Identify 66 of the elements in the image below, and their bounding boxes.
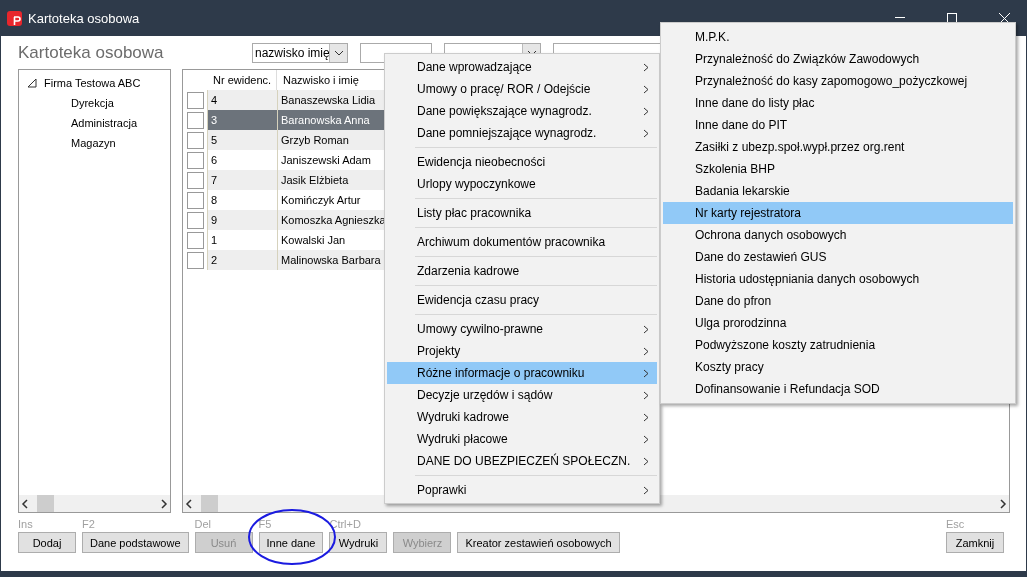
scrollbar-thumb[interactable] <box>201 495 218 512</box>
window-title: Kartoteka osobowa <box>28 10 141 26</box>
row-checkbox[interactable] <box>186 251 204 269</box>
menu-item[interactable]: Koszty pracy <box>663 356 1013 378</box>
scroll-right-icon[interactable] <box>160 498 168 509</box>
table-cell: 4 <box>207 90 277 110</box>
tree-item[interactable]: Magazyn <box>71 137 116 149</box>
menu-item[interactable]: Przynależność do Związków Zawodowych <box>663 48 1013 70</box>
menu-item[interactable]: DANE DO UBEZPIECZEŃ SPOŁECZN. <box>387 450 657 472</box>
scroll-right-icon[interactable] <box>999 498 1007 509</box>
action-button[interactable]: Kreator zestawień osobowych <box>457 532 620 553</box>
table-cell: 3 <box>207 110 277 130</box>
row-checkbox[interactable] <box>186 91 204 109</box>
menu-item[interactable]: Ewidencja czasu pracy <box>387 289 657 311</box>
tree-item[interactable]: Dyrekcja <box>71 97 114 109</box>
table-cell: 7 <box>207 170 277 190</box>
page-heading: Kartoteka osobowa <box>18 43 165 63</box>
row-checkbox[interactable] <box>186 151 204 169</box>
menu-item[interactable]: Ewidencja nieobecności <box>387 151 657 173</box>
close-window-button[interactable]: Zamknij <box>946 532 1004 553</box>
close-icon[interactable] <box>998 12 1010 24</box>
menu-item[interactable]: Umowy cywilno-prawne <box>387 318 657 340</box>
tree-item[interactable]: Administracja <box>71 117 138 129</box>
menu-item[interactable]: Poprawki <box>387 479 657 501</box>
row-checkbox[interactable] <box>186 211 204 229</box>
menu-item[interactable]: M.P.K. <box>663 26 1013 48</box>
menu-item[interactable]: Historia udostępniania danych osobowych <box>663 268 1013 290</box>
row-checkbox[interactable] <box>186 111 204 129</box>
menu-item[interactable]: Podwyższone koszty zatrudnienia <box>663 334 1013 356</box>
menu-item[interactable]: Dane do pfron <box>663 290 1013 312</box>
menu-item[interactable]: Ulga prorodzinna <box>663 312 1013 334</box>
scroll-left-icon[interactable] <box>185 498 193 509</box>
horizontal-scrollbar[interactable] <box>19 495 170 512</box>
minimize-icon[interactable] <box>895 17 905 19</box>
shortcut-hint: Ins <box>18 518 34 532</box>
row-checkbox[interactable] <box>186 131 204 149</box>
row-checkbox[interactable] <box>186 191 204 209</box>
table-cell: 9 <box>207 210 277 230</box>
table-cell: 2 <box>207 250 277 270</box>
sort-dropdown[interactable]: nazwisko imię <box>252 43 348 63</box>
expander-icon[interactable] <box>27 78 37 88</box>
scrollbar-thumb[interactable] <box>37 495 54 512</box>
menu-item[interactable]: Różne informacje o pracowniku <box>387 362 657 384</box>
action-button[interactable]: Dane podstawowe <box>82 532 189 553</box>
action-button[interactable]: Inne dane <box>258 532 324 553</box>
action-button[interactable]: Dodaj <box>18 532 76 553</box>
row-checkbox[interactable] <box>186 171 204 189</box>
menu-item[interactable]: Archiwum dokumentów pracownika <box>387 231 657 253</box>
menu-item[interactable]: Wydruki płacowe <box>387 428 657 450</box>
action-button[interactable]: Wydruki <box>329 532 388 553</box>
shortcut-hint: F2 <box>82 518 96 532</box>
app-icon <box>7 10 22 26</box>
menu-item[interactable]: Decyzje urzędów i sądów <box>387 384 657 406</box>
menu-item[interactable]: Dane wprowadzające <box>387 56 657 78</box>
menu-item[interactable]: Dofinansowanie i Refundacja SOD <box>663 378 1013 400</box>
shortcut-hint: F5 <box>258 518 273 532</box>
shortcut-hint: Del <box>194 518 213 532</box>
menu-item[interactable]: Projekty <box>387 340 657 362</box>
menu-item[interactable]: Przynależność do kasy zapomogowo_pożyczkowej <box>663 70 1013 92</box>
tree-item[interactable]: Firma Testowa ABC <box>44 77 141 89</box>
scroll-left-icon[interactable] <box>21 498 29 509</box>
row-checkbox[interactable] <box>186 231 204 249</box>
menu-item[interactable]: Wydruki kadrowe <box>387 406 657 428</box>
shortcut-hint: Esc <box>946 518 966 532</box>
table-cell: 5 <box>207 130 277 150</box>
menu-item[interactable]: Nr karty rejestratora <box>663 202 1013 224</box>
